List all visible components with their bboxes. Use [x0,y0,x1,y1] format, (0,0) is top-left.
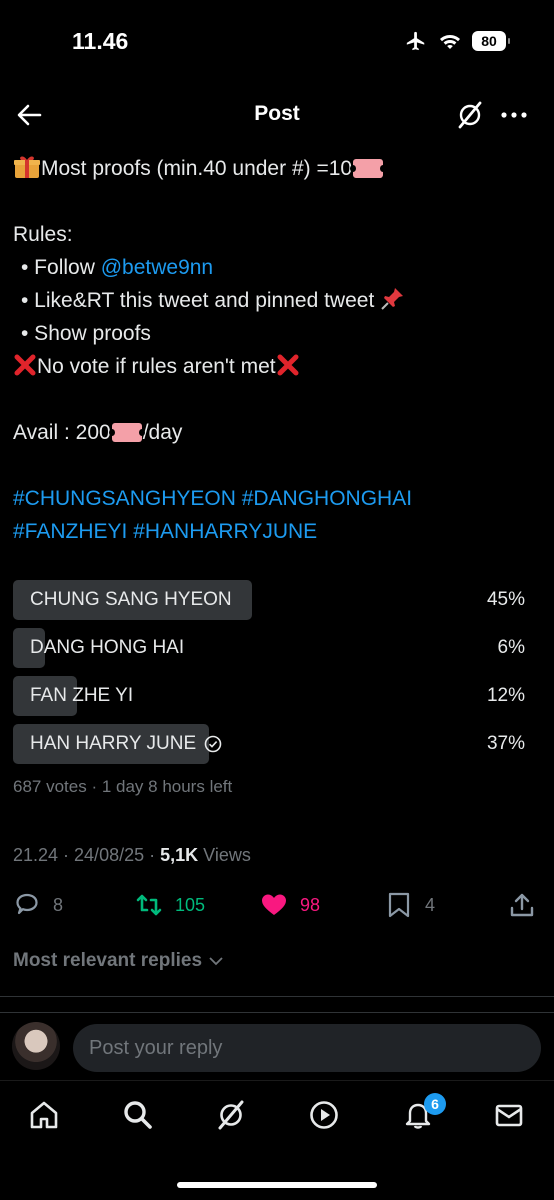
home-icon [30,1101,58,1129]
divider [0,1012,554,1013]
nav-messages[interactable] [493,1099,529,1135]
bookmark-icon [388,892,410,918]
reply-count: 8 [53,894,64,915]
post-header: Post [0,88,554,144]
replies-sort-label: Most relevant replies [13,950,203,971]
home-indicator [177,1182,377,1188]
replies-sort-toggle[interactable]: Most relevant replies [13,950,224,972]
wifi-icon [440,35,460,49]
ticket-emoji-icon [108,423,145,442]
heart-icon [262,894,286,915]
battery-indicator: 80 [472,31,510,51]
rule-like-rt-text: • Like&RT this tweet and pinned tweet [21,289,375,312]
post-actions: 8 105 98 4 [0,885,554,925]
ticket-emoji-icon [350,159,387,178]
avail-suffix: /day [142,421,183,444]
post-datetime: 21.24 · 24/08/25 · [13,845,161,865]
airplane-icon [406,31,425,51]
no-vote-text: No vote if rules aren't met [37,355,276,378]
poll-option-label: FAN ZHE YI [30,685,134,706]
nav-search[interactable] [122,1099,158,1135]
avail-prefix: Avail : 200 [13,421,111,444]
reply-icon [16,893,38,915]
poll-meta: 687 votes · 1 day 8 hours left [13,777,233,796]
nav-home[interactable] [28,1099,64,1135]
hashtags-line-2[interactable]: #FANZHEYI #HANHARRYJUNE [13,515,543,548]
poll-option[interactable]: DANG HONG HAI 6% [13,628,525,668]
back-arrow-icon[interactable] [14,100,44,130]
gift-emoji-icon [14,156,40,178]
post-timestamp: 21.24 · 24/08/25 · 5,1K Views [13,845,251,866]
poll-option[interactable]: CHUNG SANG HYEON 45% [13,580,525,620]
grok-icon[interactable] [455,100,485,130]
like-button[interactable]: 98 [260,885,320,925]
poll: CHUNG SANG HYEON 45% DANG HONG HAI 6% FA… [13,580,525,772]
chevron-down-icon [209,957,223,966]
avatar[interactable] [12,1022,60,1070]
search-icon [124,1101,152,1129]
tweet-text: Most proofs (min.40 under #) =10 Rules: … [13,152,543,548]
views-count: 5,1K [160,845,199,865]
repost-count: 105 [175,894,206,915]
nav-grok[interactable] [215,1099,251,1135]
grok-icon [218,1100,244,1130]
divider [0,996,554,997]
poll-option-label: HAN HARRY JUNE [30,733,197,754]
poll-option-percent: 37% [486,733,525,754]
notifications-badge: 6 [424,1093,446,1115]
poll-option-label: DANG HONG HAI [30,637,185,658]
avail-line: Avail : 200/day [13,416,543,449]
play-circle-icon [310,1101,338,1129]
reply-input[interactable] [73,1024,541,1072]
more-options-icon[interactable] [498,100,530,130]
status-bar: 11.46 80 [0,0,554,80]
mention-link[interactable]: @betwe9nn [101,256,213,279]
no-vote-line: No vote if rules aren't met [13,350,543,383]
poll-option-percent: 12% [486,685,525,706]
status-time: 11.46 [72,28,129,54]
bookmark-button[interactable]: 4 [385,885,435,925]
mail-icon [495,1104,523,1127]
nav-media[interactable] [308,1099,344,1135]
pushpin-emoji-icon [381,288,404,310]
poll-option-label: CHUNG SANG HYEON [30,589,232,610]
poll-option-percent: 6% [497,637,525,658]
share-button[interactable] [508,885,536,925]
cross-mark-icon [277,354,299,376]
repost-icon [136,894,162,916]
bookmark-count: 4 [425,894,436,915]
views-label: Views [198,845,251,865]
repost-button[interactable]: 105 [135,885,205,925]
check-circle-icon [204,735,222,753]
rule-proofs: • Show proofs [21,322,151,345]
rules-title: Rules: [13,223,73,246]
poll-option[interactable]: FAN ZHE YI 12% [13,676,525,716]
rule-follow: • Follow @betwe9nn [13,251,543,284]
cross-mark-icon [14,354,36,376]
tweet-line-prize: Most proofs (min.40 under #) =10 [13,152,543,185]
like-count: 98 [300,894,321,915]
tweet-prize-text: Most proofs (min.40 under #) =10 [41,157,353,180]
hashtags-line-1[interactable]: #CHUNGSANGHYEON #DANGHONGHAI [13,482,543,515]
rule-like-rt: • Like&RT this tweet and pinned tweet [13,284,543,317]
rule-follow-text: • Follow [21,256,101,279]
post-page: 11.46 80 Post Most proofs (min.40 under … [0,0,554,1200]
poll-option-percent: 45% [486,589,525,610]
poll-option[interactable]: HAN HARRY JUNE 37% [13,724,525,764]
status-icons: 80 [404,30,510,52]
reply-button[interactable]: 8 [13,885,63,925]
share-icon [510,893,534,917]
